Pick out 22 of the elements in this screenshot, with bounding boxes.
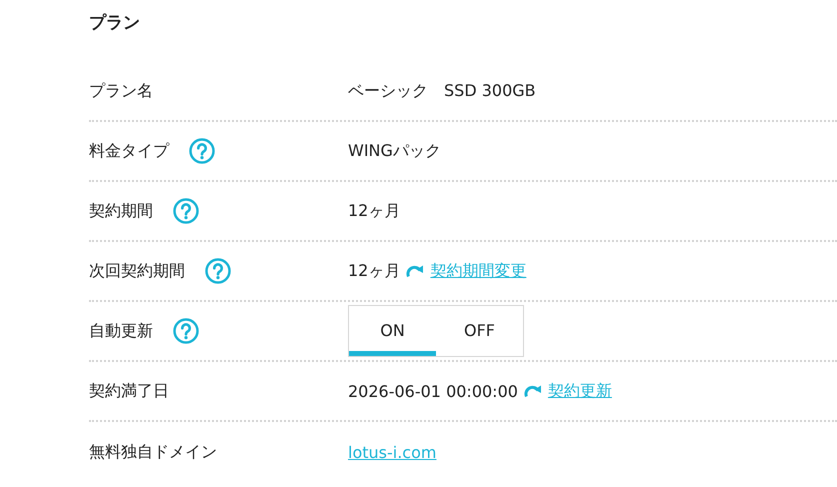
help-icon[interactable]	[205, 258, 231, 284]
help-icon[interactable]	[173, 318, 199, 344]
domain-link[interactable]: lotus-i.com	[348, 442, 436, 462]
field-label: 契約満了日	[89, 380, 169, 402]
field-label: 料金タイプ	[89, 140, 169, 162]
field-value: ベーシック SSD 300GB	[348, 80, 536, 102]
change-link[interactable]: 契約期間変更	[430, 260, 526, 282]
field-value: 12ヶ月	[348, 260, 400, 282]
help-icon[interactable]	[173, 198, 199, 224]
field-value: 12ヶ月	[348, 200, 400, 222]
redo-icon	[524, 384, 542, 398]
change-link[interactable]: 契約更新	[548, 380, 612, 402]
field-value: WINGパック	[348, 140, 441, 162]
field-value: 2026-06-01 00:00:00	[348, 382, 518, 400]
field-label: 次回契約期間	[89, 260, 185, 282]
section-title: プラン	[88, 12, 141, 35]
field-label: 無料独自ドメイン	[89, 442, 217, 462]
field-label: プラン名	[89, 80, 153, 102]
field-label: 自動更新	[89, 320, 153, 342]
help-icon[interactable]	[189, 138, 215, 164]
redo-icon	[406, 264, 424, 278]
field-label: 契約期間	[89, 200, 153, 222]
